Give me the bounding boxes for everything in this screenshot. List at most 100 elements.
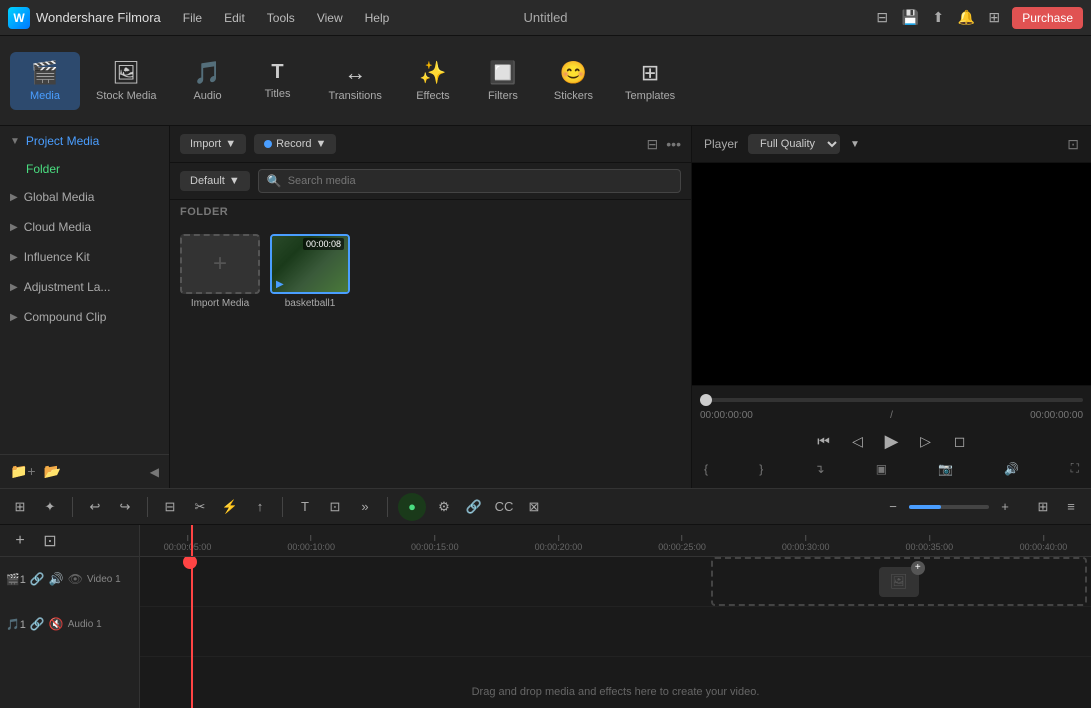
toolbar-item-transitions[interactable]: ↔ Transitions [313,52,398,110]
grid-view-btn[interactable]: ⊞ [1031,495,1055,519]
quality-chevron-icon: ▼ [850,139,860,150]
search-input[interactable] [288,175,672,187]
sidebar-item-compound-clip[interactable]: ▶ Compound Clip [0,302,169,332]
split-btn[interactable]: ↑ [248,495,272,519]
default-button[interactable]: Default ▼ [180,171,250,191]
caption-btn[interactable]: CC [492,495,516,519]
filter-icon[interactable]: ⊟ [647,136,659,153]
bg-remove-btn[interactable]: ⊠ [522,495,546,519]
insert-text-btn[interactable]: T [293,495,317,519]
video-drop-zone[interactable]: 🖼 + [711,557,1087,606]
quality-select[interactable]: Full Quality 1/2 Quality 1/4 Quality [748,134,840,154]
divider-slash: / [890,410,893,421]
snapshot-icon[interactable]: 📷 [934,460,957,478]
notification-icon[interactable]: 🔔 [956,8,976,28]
undo-btn[interactable]: ↩ [83,495,107,519]
settings-btn[interactable]: ⚙ [432,495,456,519]
toolbar-item-titles[interactable]: T Titles [243,53,313,108]
track-mute-icon[interactable]: 🔊 [49,572,64,586]
zoom-slider[interactable] [909,505,989,509]
frame-back-icon[interactable]: ◁ [846,429,870,453]
progress-bar[interactable] [700,398,1083,402]
toolbar-item-stock-media[interactable]: 🖼 Stock Media [80,52,173,110]
redo-btn[interactable]: ↪ [113,495,137,519]
minimize-icon[interactable]: ⊟ [872,8,892,28]
delete-btn[interactable]: ⊟ [158,495,182,519]
insert-icon[interactable]: ↴ [810,460,828,478]
import-button[interactable]: Import ▼ [180,134,246,154]
menu-file[interactable]: File [181,7,204,29]
basketball1-item[interactable]: 00:00:08 ▶ basketball1 [270,234,350,309]
preview-expand-icon[interactable]: ⊡ [1067,136,1079,153]
drop-text: Drag and drop media and effects here to … [472,686,760,698]
track-eye-icon[interactable]: 👁 [68,572,83,586]
select-tool-btn[interactable]: ⊞ [8,495,32,519]
split-screen-icon[interactable]: ▣ [872,460,891,478]
more-options-icon[interactable]: ••• [666,136,681,152]
sidebar-item-adjustment-layers[interactable]: ▶ Adjustment La... [0,272,169,302]
audio-detach-btn[interactable]: 🔗 [462,495,486,519]
crop-btn[interactable]: ⚡ [218,495,242,519]
audio-mute-icon[interactable]: 🔇 [49,617,64,631]
cut-btn[interactable]: ✂ [188,495,212,519]
purchase-button[interactable]: Purchase [1012,7,1083,29]
zoom-in-btn[interactable]: + [993,495,1017,519]
track-options-icon[interactable]: ⊡ [38,529,62,553]
zoom-out-btn[interactable]: − [881,495,905,519]
upload-icon[interactable]: ⬆ [928,8,948,28]
arrow-icon-compound: ▶ [10,312,18,323]
toolbar-item-media[interactable]: 🎬 Media [10,52,80,110]
sidebar-item-project-media[interactable]: ▼ Project Media [0,126,169,156]
new-folder-icon[interactable]: 📂 [44,463,61,480]
mark-in-icon[interactable]: { [700,460,712,478]
add-track-icon[interactable]: + [8,529,32,553]
menu-edit[interactable]: Edit [222,7,247,29]
ripple-tool-btn[interactable]: ✦ [38,495,62,519]
stop-icon[interactable]: ◻ [948,429,972,453]
track-link-icon[interactable]: 🔗 [30,572,45,586]
sidebar-item-influence-kit[interactable]: ▶ Influence Kit [0,242,169,272]
toolbar-item-audio[interactable]: 🎵 Audio [173,52,243,110]
sidebar-item-global-media[interactable]: ▶ Global Media [0,182,169,212]
add-folder-icon[interactable]: 📁+ [10,463,36,480]
ruler-mark-0: 00:00:05:00 [164,535,212,552]
progress-thumb[interactable] [700,394,712,406]
toolbar-item-stickers[interactable]: 😊 Stickers [538,52,609,110]
zoom-fill [909,505,941,509]
grid-icon[interactable]: ⊞ [984,8,1004,28]
magnet-btn[interactable]: ● [398,493,426,521]
sidebar-item-cloud-media[interactable]: ▶ Cloud Media [0,212,169,242]
toolbar-item-templates[interactable]: ⊞ Templates [609,52,691,110]
media-panel: Import ▼ Record ▼ ⊟ ••• Default ▼ 🔍 [170,126,691,488]
drop-zone-inner: 🖼 + [879,567,919,597]
toolbar-item-filters[interactable]: 🔲 Filters [468,52,538,110]
import-media-item[interactable]: + Import Media [180,234,260,309]
play-button[interactable]: ▶ [880,429,904,453]
more-tools-btn[interactable]: » [353,495,377,519]
sidebar-label-adjustment-layers: Adjustment La... [24,280,111,294]
menu-view[interactable]: View [315,7,345,29]
skip-backward-icon[interactable]: ⏮ [812,429,836,453]
mark-out-icon[interactable]: } [755,460,767,478]
titles-icon: T [271,61,283,84]
playhead[interactable] [191,525,193,557]
frame-forward-icon[interactable]: ▷ [914,429,938,453]
audio-link-icon[interactable]: 🔗 [30,617,45,631]
sidebar-collapse-icon[interactable]: ◀ [150,465,159,479]
toolbar-item-effects[interactable]: ✨ Effects [398,52,468,110]
save-icon[interactable]: 💾 [900,8,920,28]
ruler-mark-2: 00:00:15:00 [411,535,459,552]
record-button[interactable]: Record ▼ [254,134,336,154]
menu-help[interactable]: Help [363,7,392,29]
sidebar-label-influence-kit: Influence Kit [24,250,90,264]
basketball1-thumb: 00:00:08 ▶ [270,234,350,294]
playhead-handle[interactable] [183,557,197,569]
list-view-btn[interactable]: ≡ [1059,495,1083,519]
sidebar-folder[interactable]: Folder [0,156,169,182]
crop2-btn[interactable]: ⊡ [323,495,347,519]
volume-icon[interactable]: 🔊 [1000,460,1023,478]
audio-track-label: Audio 1 [68,619,102,630]
search-box[interactable]: 🔍 [258,169,681,193]
menu-tools[interactable]: Tools [265,7,297,29]
fullscreen-icon[interactable]: ⛶ [1067,459,1083,478]
